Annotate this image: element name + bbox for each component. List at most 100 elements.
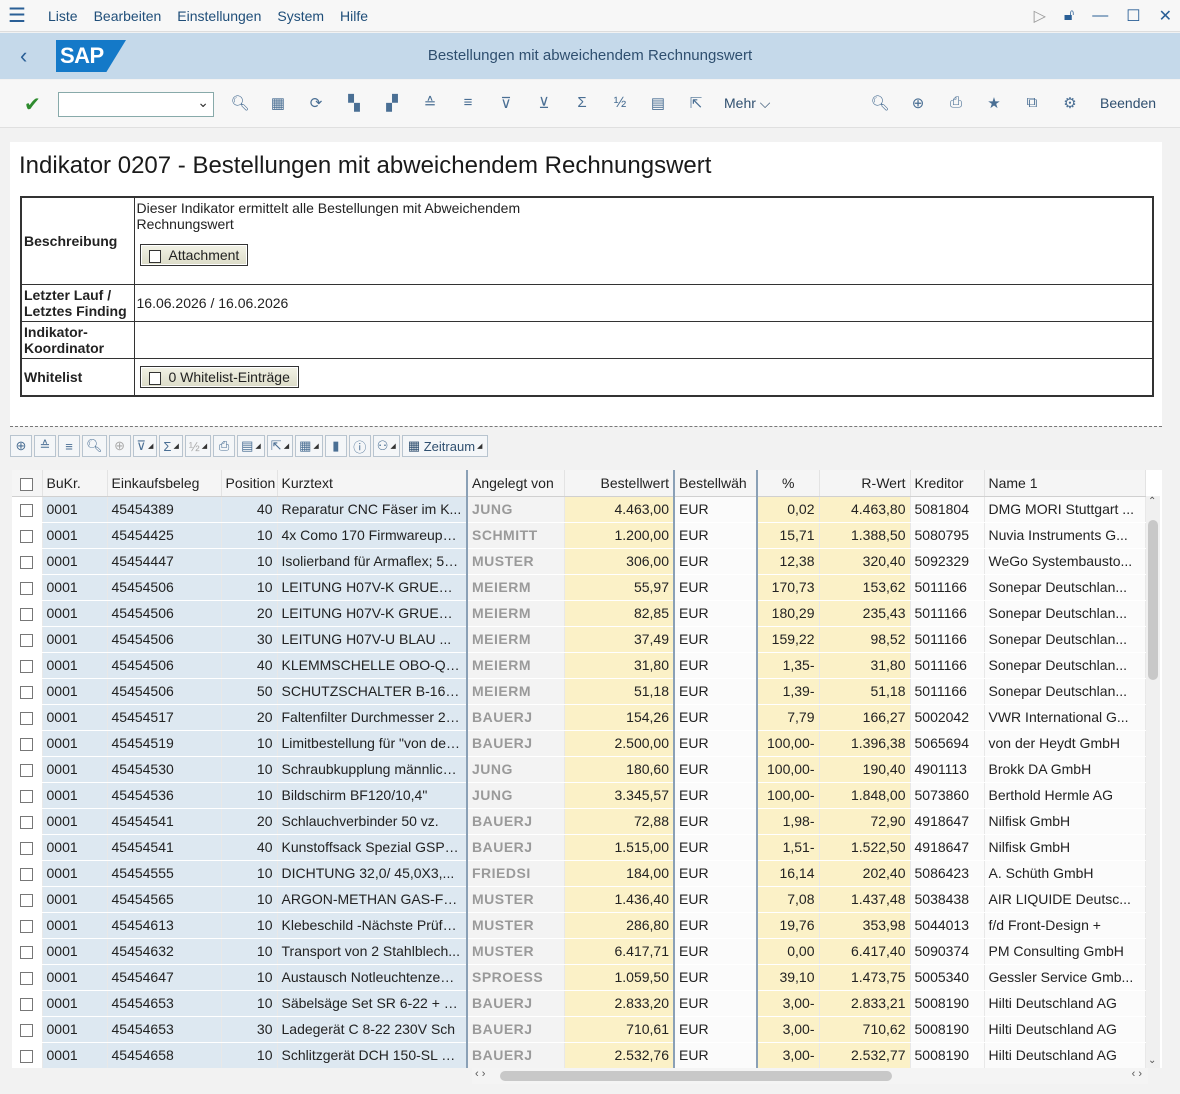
table-cell[interactable]: 10: [221, 938, 278, 965]
table-cell[interactable]: Berthold Hermle AG: [984, 782, 1146, 809]
table-cell[interactable]: 31,80: [819, 652, 911, 679]
table-cell[interactable]: A. Schüth GmbH: [984, 860, 1146, 887]
table-cell[interactable]: EUR: [674, 548, 758, 575]
info-icon[interactable]: ⓘ: [348, 435, 371, 457]
row-checkbox[interactable]: [12, 652, 43, 679]
table-cell[interactable]: Hilti Deutschland AG: [984, 1042, 1146, 1068]
table-cell[interactable]: 45454647: [107, 964, 222, 991]
whitelist-button[interactable]: 0 Whitelist-Einträge: [139, 365, 299, 388]
table-cell[interactable]: BAUERJ: [467, 1042, 565, 1068]
table-cell[interactable]: LEITUNG H07V-U BLAU ...: [277, 626, 468, 653]
menu-einstellungen[interactable]: Einstellungen: [177, 8, 261, 24]
table-cell[interactable]: 0001: [42, 730, 108, 757]
table-cell[interactable]: 5008190: [910, 990, 985, 1017]
table-cell[interactable]: 72,90: [819, 808, 911, 835]
table-cell[interactable]: 45454517: [107, 704, 222, 731]
table-cell[interactable]: EUR: [674, 808, 758, 835]
table-row[interactable]: 0001 45454506 20 LEITUNG H07V-K GRUEN/... ME…: [12, 600, 1146, 627]
table-cell[interactable]: MEIERM: [467, 574, 565, 601]
table-cell[interactable]: 5011166: [910, 600, 985, 627]
table-cell[interactable]: 7,79: [757, 704, 820, 731]
table-cell[interactable]: 10: [221, 990, 278, 1017]
subtotal-icon[interactable]: ½: [608, 94, 632, 114]
table-cell[interactable]: Nuvia Instruments G...: [984, 522, 1146, 549]
row-checkbox[interactable]: [12, 834, 43, 861]
column-header[interactable]: Kreditor: [910, 470, 985, 497]
table-cell[interactable]: 0001: [42, 1016, 108, 1043]
scroll-thumb[interactable]: [1148, 520, 1158, 680]
print-preview-icon[interactable]: ▤: [646, 94, 670, 114]
row-checkbox[interactable]: [12, 678, 43, 705]
table-cell[interactable]: Kunstoffsack Spezial GSP8...: [277, 834, 468, 861]
close-icon[interactable]: ✕: [1159, 6, 1172, 26]
table-cell[interactable]: 10: [221, 886, 278, 913]
refresh-icon[interactable]: ⟳: [304, 94, 328, 114]
table-cell[interactable]: 4901113: [910, 756, 985, 783]
sort-descending-icon[interactable]: ≡: [58, 435, 80, 457]
export-icon[interactable]: ⇱ ◢: [266, 435, 294, 457]
table-cell[interactable]: 1.059,50: [564, 964, 675, 991]
table-cell[interactable]: 2.532,77: [819, 1042, 911, 1068]
table-cell[interactable]: BAUERJ: [467, 730, 565, 757]
table-row[interactable]: 0001 45454530 10 Schraubkupplung männlich .…: [12, 756, 1146, 783]
table-cell[interactable]: 15,71: [757, 522, 820, 549]
table-cell[interactable]: 100,00-: [757, 730, 820, 757]
new-window-icon[interactable]: ⧉: [1020, 94, 1044, 114]
table-cell[interactable]: EUR: [674, 912, 758, 939]
menu-system[interactable]: System: [277, 8, 324, 24]
menu-hilfe[interactable]: Hilfe: [340, 8, 368, 24]
table-cell[interactable]: KLEMMSCHELLE OBO-QUI...: [277, 652, 468, 679]
table-cell[interactable]: 5044013: [910, 912, 985, 939]
table-cell[interactable]: 0001: [42, 782, 108, 809]
filter-icon[interactable]: ⊽ ◢: [132, 435, 158, 457]
table-cell[interactable]: DMG MORI Stuttgart ...: [984, 496, 1146, 523]
table-row[interactable]: 0001 45454541 20 Schlauchverbinder 50 vz. BA…: [12, 808, 1146, 835]
table-cell[interactable]: 30: [221, 1016, 278, 1043]
table-cell[interactable]: LEITUNG H07V-K GRUEN/...: [277, 600, 468, 627]
table-cell[interactable]: 45454555: [107, 860, 222, 887]
table-cell[interactable]: f/d Front-Design +: [984, 912, 1146, 939]
table-cell[interactable]: 72,88: [564, 808, 675, 835]
table-cell[interactable]: MEIERM: [467, 652, 565, 679]
column-header[interactable]: Position: [221, 470, 278, 497]
table-cell[interactable]: SCHMITT: [467, 522, 565, 549]
table-cell[interactable]: 4.463,80: [819, 496, 911, 523]
table-cell[interactable]: MUSTER: [467, 938, 565, 965]
table-cell[interactable]: MUSTER: [467, 912, 565, 939]
table-cell[interactable]: MEIERM: [467, 600, 565, 627]
table-cell[interactable]: EUR: [674, 600, 758, 627]
sort-descending-icon[interactable]: ≡: [456, 94, 480, 114]
table-cell[interactable]: 0001: [42, 522, 108, 549]
table-cell[interactable]: Reparatur CNC Fäser im K...: [277, 496, 468, 523]
column-header[interactable]: Bestellwäh: [674, 470, 758, 497]
table-cell[interactable]: MUSTER: [467, 548, 565, 575]
row-checkbox[interactable]: [12, 600, 43, 627]
table-cell[interactable]: Nilfisk GmbH: [984, 808, 1146, 835]
table-cell[interactable]: 3,00-: [757, 1042, 820, 1068]
table-cell[interactable]: 45454613: [107, 912, 222, 939]
menu-bearbeiten[interactable]: Bearbeiten: [94, 8, 162, 24]
table-row[interactable]: 0001 45454653 30 Ladegerät C 8-22 230V Sch B…: [12, 1016, 1146, 1043]
row-checkbox[interactable]: [12, 704, 43, 731]
table-cell[interactable]: 16,14: [757, 860, 820, 887]
table-cell[interactable]: 45454541: [107, 834, 222, 861]
table-cell[interactable]: 5038438: [910, 886, 985, 913]
table-cell[interactable]: 1.522,50: [819, 834, 911, 861]
table-row[interactable]: 0001 45454658 10 Schlitzgerät DCH 150-SL 23…: [12, 1042, 1146, 1068]
subtotal-icon[interactable]: ½ ◢: [184, 435, 212, 457]
delete-filter-icon[interactable]: ⊻: [532, 94, 556, 114]
table-cell[interactable]: 45454506: [107, 600, 222, 627]
table-cell[interactable]: Sonepar Deutschlan...: [984, 626, 1146, 653]
row-checkbox[interactable]: [12, 548, 43, 575]
table-row[interactable]: 0001 45454425 10 4x Como 170 Firmwareupd...…: [12, 522, 1146, 549]
table-row[interactable]: 0001 45454565 10 ARGON-METHAN GAS-FLA... MUS…: [12, 886, 1146, 913]
table-cell[interactable]: 5008190: [910, 1042, 985, 1068]
table-cell[interactable]: Bildschirm BF120/10,4": [277, 782, 468, 809]
table-row[interactable]: 0001 45454517 20 Faltenfilter Durchmesser 2…: [12, 704, 1146, 731]
table-cell[interactable]: 5092329: [910, 548, 985, 575]
row-checkbox[interactable]: [12, 808, 43, 835]
table-cell[interactable]: 40: [221, 834, 278, 861]
table-row[interactable]: 0001 45454506 30 LEITUNG H07V-U BLAU ... MEI…: [12, 626, 1146, 653]
column-header[interactable]: Kurztext: [277, 470, 468, 497]
table-cell[interactable]: 10: [221, 1042, 278, 1068]
